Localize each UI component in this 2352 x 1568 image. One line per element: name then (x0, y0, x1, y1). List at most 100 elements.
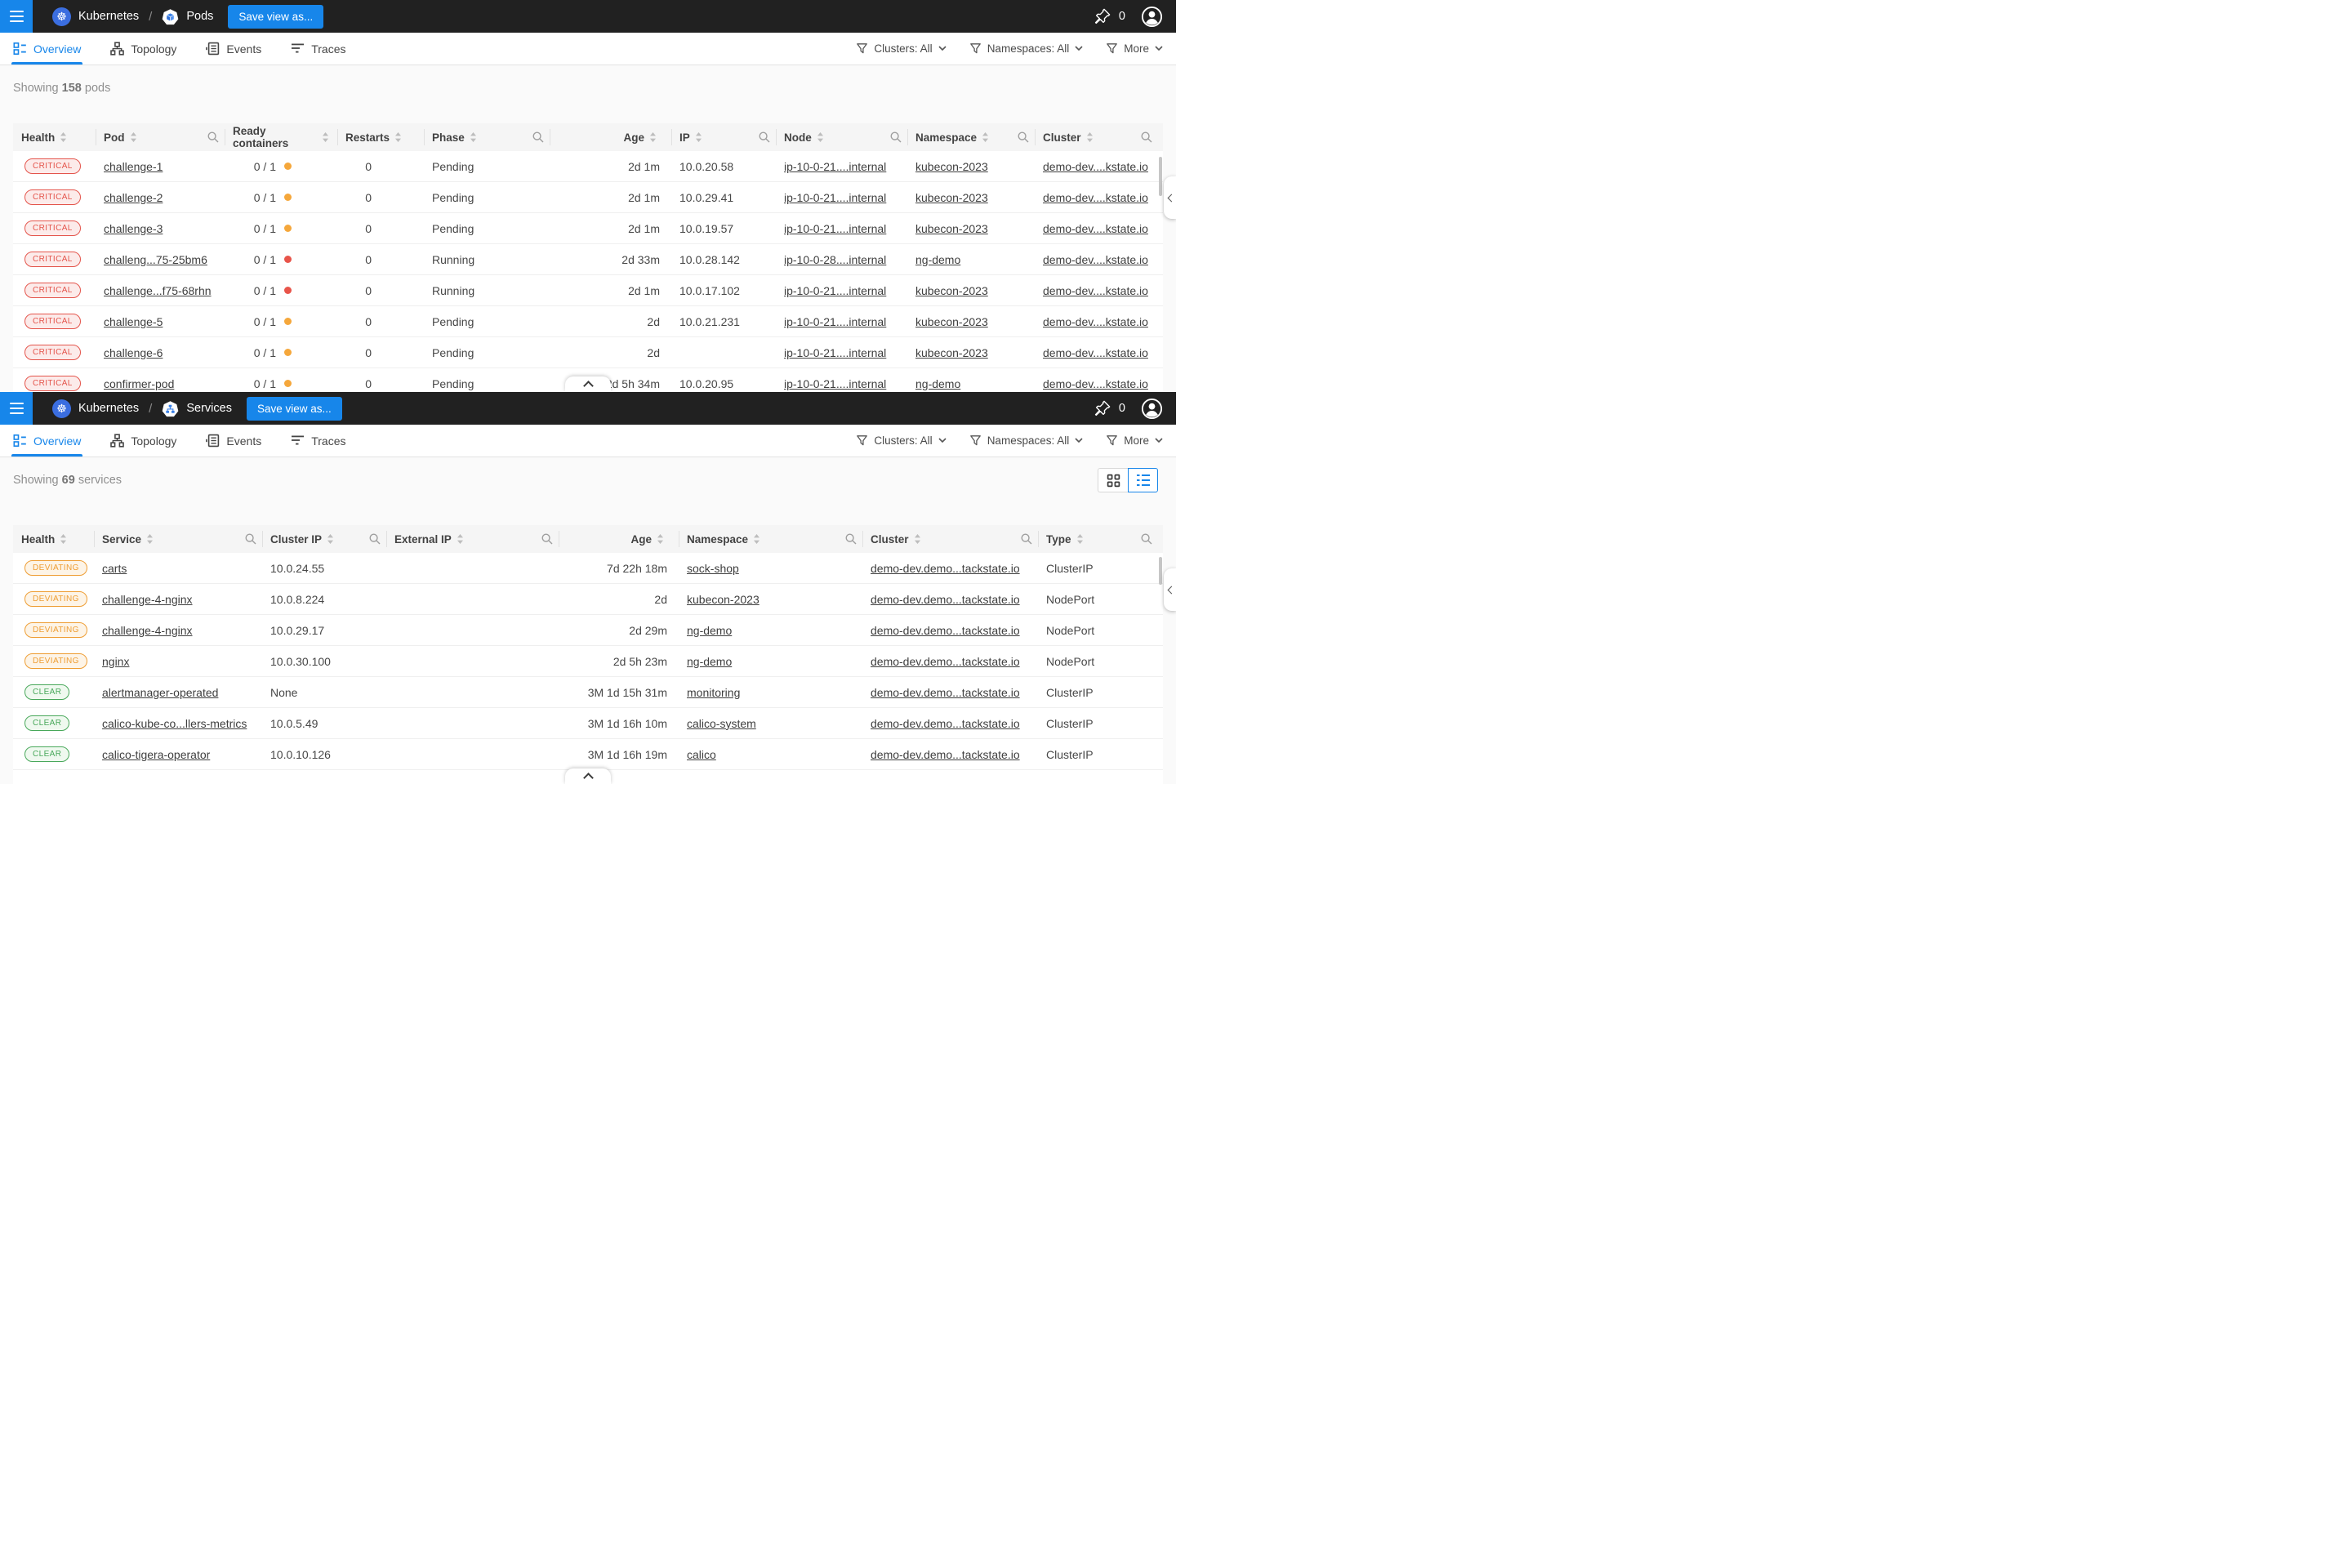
node-link[interactable]: ip-10-0-21....internal (784, 191, 886, 204)
service-link[interactable]: calico-tigera-operator (102, 748, 210, 761)
pod-link[interactable]: challenge-6 (104, 346, 163, 359)
filter-dropdown[interactable]: Clusters: All (856, 434, 946, 447)
namespace-link[interactable]: ng-demo (687, 655, 732, 668)
hamburger-menu-button[interactable] (0, 392, 33, 425)
cluster-link[interactable]: demo-dev....kstate.io (1043, 377, 1148, 390)
search-icon[interactable] (245, 533, 256, 545)
namespace-link[interactable]: monitoring (687, 686, 740, 699)
cluster-link[interactable]: demo-dev....kstate.io (1043, 222, 1148, 235)
search-icon[interactable] (532, 131, 544, 143)
tab-topology[interactable]: Topology (110, 33, 176, 65)
scroll-up-pill[interactable] (565, 376, 611, 392)
service-link[interactable]: nginx (102, 655, 129, 668)
pod-link[interactable]: challenge-2 (104, 191, 163, 204)
namespace-link[interactable]: kubecon-2023 (915, 191, 988, 204)
cluster-link[interactable]: demo-dev.demo...tackstate.io (871, 562, 1020, 575)
namespace-link[interactable]: ng-demo (915, 253, 960, 266)
col-header-service[interactable]: Service (94, 525, 262, 553)
search-icon[interactable] (369, 533, 381, 545)
namespace-link[interactable]: kubecon-2023 (915, 346, 988, 359)
col-header-restarts[interactable]: Restarts (337, 123, 424, 151)
tab-topology[interactable]: Topology (110, 425, 176, 457)
col-header-ready[interactable]: Ready containers (225, 123, 337, 151)
cluster-link[interactable]: demo-dev....kstate.io (1043, 346, 1148, 359)
search-icon[interactable] (845, 533, 857, 545)
cluster-link[interactable]: demo-dev....kstate.io (1043, 160, 1148, 173)
pod-link[interactable]: challenge...f75-68rhn (104, 284, 212, 297)
search-icon[interactable] (1141, 533, 1152, 545)
filter-dropdown[interactable]: Namespaces: All (969, 42, 1084, 55)
breadcrumb-product[interactable]: Kubernetes (78, 402, 139, 415)
col-header-node[interactable]: Node (776, 123, 907, 151)
cluster-link[interactable]: demo-dev....kstate.io (1043, 315, 1148, 328)
breadcrumb-view[interactable]: Pods (186, 10, 213, 23)
node-link[interactable]: ip-10-0-21....internal (784, 160, 886, 173)
node-link[interactable]: ip-10-0-21....internal (784, 222, 886, 235)
namespace-link[interactable]: ng-demo (915, 377, 960, 390)
col-header-type[interactable]: Type (1038, 525, 1158, 553)
pod-link[interactable]: challenge-1 (104, 160, 163, 173)
cluster-link[interactable]: demo-dev....kstate.io (1043, 253, 1148, 266)
search-icon[interactable] (1021, 533, 1032, 545)
tab-traces[interactable]: Traces (291, 33, 345, 65)
col-header-namespace[interactable]: Namespace (907, 123, 1035, 151)
col-header-health[interactable]: Health (13, 123, 96, 151)
breadcrumb-view[interactable]: Services (186, 402, 232, 415)
namespace-link[interactable]: kubecon-2023 (915, 284, 988, 297)
pin-icon[interactable] (1094, 399, 1111, 417)
breadcrumb-product[interactable]: Kubernetes (78, 10, 139, 23)
cluster-link[interactable]: demo-dev.demo...tackstate.io (871, 748, 1020, 761)
namespace-link[interactable]: kubecon-2023 (687, 593, 760, 606)
user-avatar-icon[interactable] (1141, 398, 1163, 420)
save-view-button[interactable]: Save view as... (247, 397, 342, 421)
save-view-button[interactable]: Save view as... (228, 5, 323, 29)
search-icon[interactable] (759, 131, 770, 143)
col-header-external_ip[interactable]: External IP (386, 525, 559, 553)
tab-events[interactable]: Events (206, 33, 261, 65)
collapse-panel-tab[interactable] (1164, 176, 1176, 219)
collapse-panel-tab[interactable] (1164, 568, 1176, 611)
col-header-cluster[interactable]: Cluster (862, 525, 1038, 553)
node-link[interactable]: ip-10-0-28....internal (784, 253, 886, 266)
col-header-health[interactable]: Health (13, 525, 94, 553)
cluster-link[interactable]: demo-dev.demo...tackstate.io (871, 624, 1020, 637)
filter-dropdown[interactable]: More (1106, 434, 1163, 447)
service-link[interactable]: challenge-4-nginx (102, 624, 193, 637)
pod-link[interactable]: challenge-5 (104, 315, 163, 328)
service-link[interactable]: challenge-4-nginx (102, 593, 193, 606)
col-header-namespace[interactable]: Namespace (679, 525, 862, 553)
vertical-scrollbar-thumb[interactable] (1159, 157, 1162, 196)
node-link[interactable]: ip-10-0-21....internal (784, 284, 886, 297)
cluster-link[interactable]: demo-dev.demo...tackstate.io (871, 717, 1020, 730)
service-link[interactable]: calico-kube-co...llers-metrics (102, 717, 247, 730)
scroll-up-pill[interactable] (565, 768, 611, 784)
pin-icon[interactable] (1094, 7, 1111, 25)
service-link[interactable]: carts (102, 562, 127, 575)
filter-dropdown[interactable]: Clusters: All (856, 42, 946, 55)
tab-traces[interactable]: Traces (291, 425, 345, 457)
pod-link[interactable]: challenge-3 (104, 222, 163, 235)
namespace-link[interactable]: ng-demo (687, 624, 732, 637)
search-icon[interactable] (207, 131, 219, 143)
filter-dropdown[interactable]: More (1106, 42, 1163, 55)
namespace-link[interactable]: calico (687, 748, 716, 761)
col-header-ip[interactable]: IP (671, 123, 776, 151)
namespace-link[interactable]: kubecon-2023 (915, 315, 988, 328)
tab-overview[interactable]: Overview (13, 33, 81, 65)
cluster-link[interactable]: demo-dev....kstate.io (1043, 284, 1148, 297)
list-view-button[interactable] (1128, 468, 1158, 492)
col-header-phase[interactable]: Phase (424, 123, 550, 151)
vertical-scrollbar-thumb[interactable] (1159, 557, 1162, 585)
tab-overview[interactable]: Overview (13, 425, 81, 457)
node-link[interactable]: ip-10-0-21....internal (784, 346, 886, 359)
search-icon[interactable] (541, 533, 553, 545)
namespace-link[interactable]: sock-shop (687, 562, 739, 575)
search-icon[interactable] (1141, 131, 1152, 143)
user-avatar-icon[interactable] (1141, 6, 1163, 28)
namespace-link[interactable]: calico-system (687, 717, 756, 730)
filter-dropdown[interactable]: Namespaces: All (969, 434, 1084, 447)
hamburger-menu-button[interactable] (0, 0, 33, 33)
col-header-age[interactable]: Age (550, 123, 671, 151)
cluster-link[interactable]: demo-dev....kstate.io (1043, 191, 1148, 204)
node-link[interactable]: ip-10-0-21....internal (784, 377, 886, 390)
